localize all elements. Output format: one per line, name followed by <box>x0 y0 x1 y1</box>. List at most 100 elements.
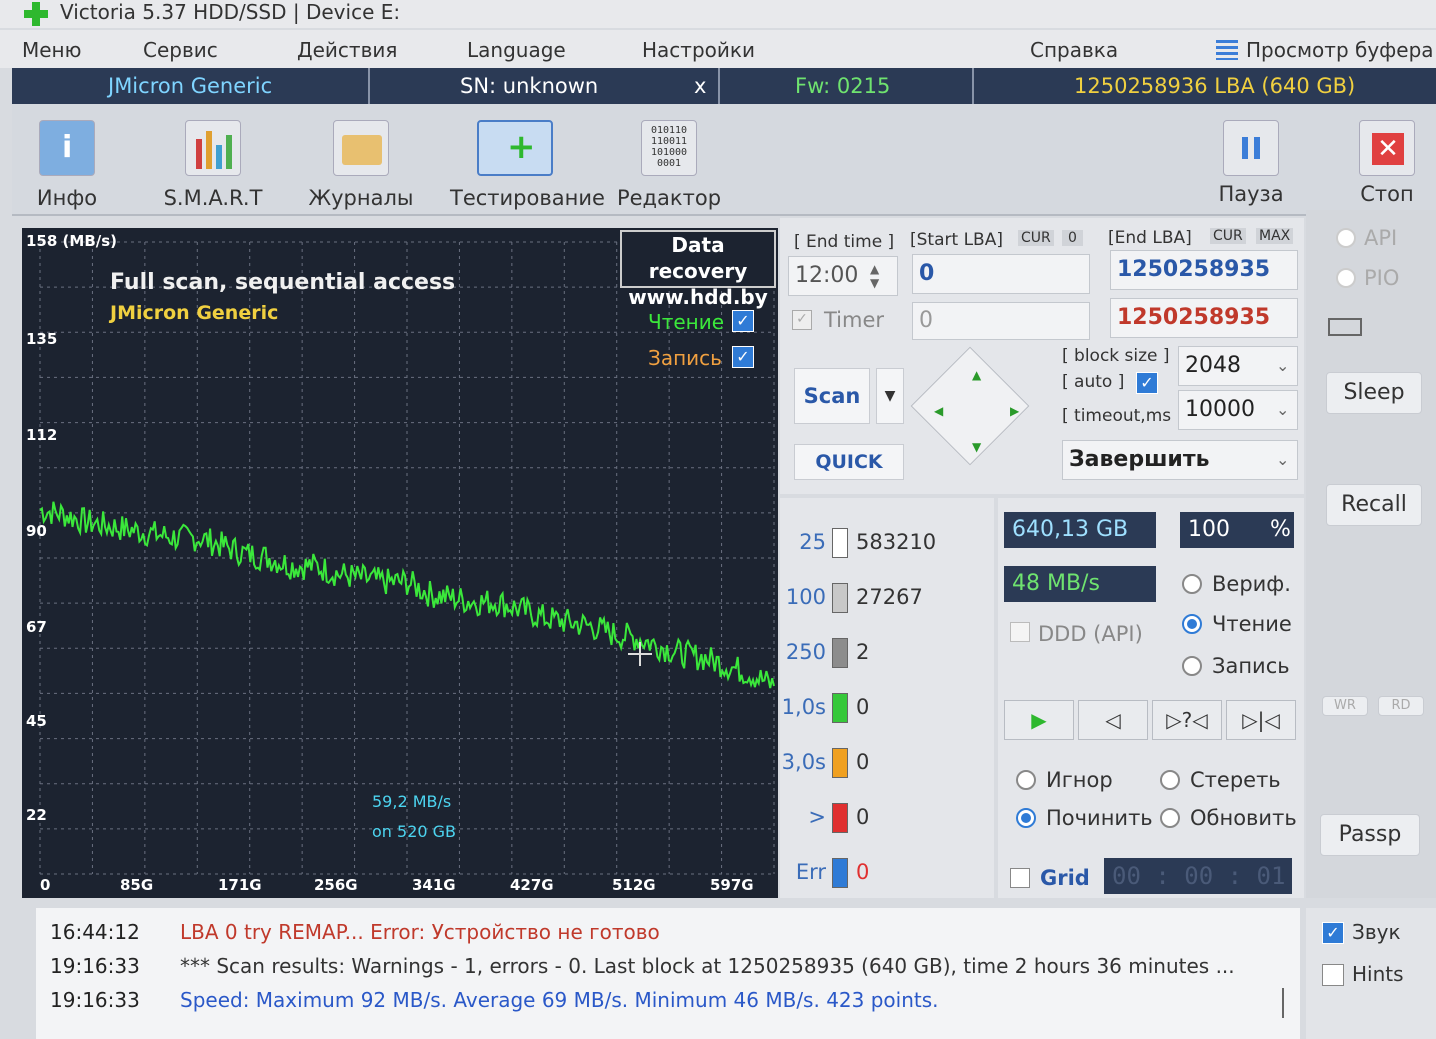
testing-button[interactable]: + Тестирование <box>450 114 605 214</box>
sleep-button[interactable]: Sleep <box>1326 372 1422 414</box>
arrow-left-icon[interactable]: ◀ <box>934 404 943 418</box>
close-device-button[interactable]: x <box>694 74 706 98</box>
x-tick: 85G <box>120 876 154 894</box>
progress-percent: 100 % <box>1180 512 1294 548</box>
start-zero-button[interactable]: 0 <box>1062 230 1083 246</box>
back-icon[interactable]: ◁ <box>1078 700 1148 740</box>
read-label: Чтение <box>648 310 725 334</box>
counter-value: 583210 <box>856 530 937 554</box>
verify-radio[interactable] <box>1182 574 1202 594</box>
erase-radio[interactable] <box>1160 770 1180 790</box>
timer-label: Timer <box>824 308 885 332</box>
chevron-down-icon: ⌄ <box>1276 400 1290 419</box>
end-max-button[interactable]: MAX <box>1256 228 1294 244</box>
chevron-down-icon: ⌄ <box>1276 356 1290 375</box>
end-time-field[interactable]: 12:00 <box>788 256 898 296</box>
counter-swatch <box>832 858 848 888</box>
counter-value: 0 <box>856 805 870 829</box>
auto-checkbox[interactable]: ✓ <box>1136 372 1158 394</box>
firmware-version: Fw: 0215 <box>795 74 891 98</box>
spin-arrows-icon[interactable]: ▲ ▼ <box>870 262 879 290</box>
event-log[interactable]: 16:44:12 LBA 0 try REMAP... Error: Устро… <box>36 908 1300 1039</box>
counter-value: 0 <box>856 695 870 719</box>
cursor-position: on 520 GB <box>372 822 457 841</box>
device-capacity: 1250258936 LBA (640 GB) <box>1074 74 1356 98</box>
repair-radio[interactable] <box>1016 808 1036 828</box>
log-scrollbar[interactable] <box>1282 988 1284 1018</box>
ddd-checkbox[interactable] <box>1010 622 1030 642</box>
read-checkbox[interactable]: ✓ <box>732 310 754 332</box>
quick-button[interactable]: QUICK <box>794 444 904 480</box>
speed-graph[interactable]: 158 (MB/s) 135 112 90 67 45 22 0 85G 171… <box>22 228 778 898</box>
buffer-list-icon <box>1216 40 1238 60</box>
refresh-radio[interactable] <box>1160 808 1180 828</box>
status-panel: 640,13 GB 100 % 48 MB/s DDD (API) Вериф.… <box>998 498 1304 898</box>
ignore-radio[interactable] <box>1016 770 1036 790</box>
window-title: Victoria 5.37 HDD/SSD | Device E: <box>60 0 401 24</box>
sound-checkbox[interactable]: ✓ <box>1322 922 1344 944</box>
start-cur-button[interactable]: CUR <box>1018 230 1054 246</box>
start-lba-label: [Start LBA] <box>910 230 1003 250</box>
divider <box>368 68 370 104</box>
end-lba-field[interactable]: 1250258935 <box>1110 250 1298 290</box>
pio-radio[interactable] <box>1336 268 1356 288</box>
start-lba-field[interactable]: 0 <box>912 254 1090 294</box>
log-row: 16:44:12 LBA 0 try REMAP... Error: Устро… <box>50 920 660 944</box>
api-radio[interactable] <box>1336 228 1356 248</box>
grid-checkbox[interactable] <box>1010 868 1030 888</box>
binary-editor-icon: 010110 110011 101000 0001 <box>641 120 697 176</box>
promo-box: Data recovery www.hdd.by <box>620 230 776 309</box>
write-label: Запись <box>648 346 722 370</box>
menu-item-actions[interactable]: Действия <box>297 38 397 62</box>
end-seek-icon[interactable]: ▷|◁ <box>1226 700 1296 740</box>
end-cur-button[interactable]: CUR <box>1210 228 1246 244</box>
device-info-bar: JMicron Generic SN: unknown x Fw: 0215 1… <box>12 68 1436 104</box>
title-bar: Victoria 5.37 HDD/SSD | Device E: <box>0 0 1436 28</box>
processed-size: 640,13 GB <box>1004 512 1156 548</box>
wr-indicator: WR <box>1322 696 1368 716</box>
counter-swatch <box>832 528 848 558</box>
play-icon[interactable]: ▶ <box>1004 700 1074 740</box>
menu-item-language[interactable]: Language <box>467 38 566 62</box>
current-lba-field: 1250258935 <box>1110 298 1298 338</box>
timer-field[interactable]: 0 <box>912 302 1090 340</box>
menu-item-service[interactable]: Сервис <box>143 38 218 62</box>
smart-button[interactable]: S.M.A.R.T <box>148 114 278 214</box>
scan-dropdown-icon[interactable]: ▼ <box>876 368 904 424</box>
menu-item-settings[interactable]: Настройки <box>642 38 755 62</box>
editor-button[interactable]: 010110 110011 101000 0001 Редактор <box>604 114 734 214</box>
counter-swatch <box>832 693 848 723</box>
recall-button[interactable]: Recall <box>1326 484 1422 526</box>
scan-button[interactable]: Scan <box>794 368 870 424</box>
passp-button[interactable]: Passp <box>1320 814 1420 856</box>
erase-label: Стереть <box>1190 768 1281 792</box>
finish-action-select[interactable]: Завершить <box>1062 440 1298 480</box>
elapsed-time: 00 : 00 : 01 <box>1104 858 1292 894</box>
promo-line-1: Data recovery <box>648 233 748 283</box>
info-button[interactable]: i Инфо <box>2 114 132 214</box>
counter-swatch <box>832 803 848 833</box>
logs-button[interactable]: Журналы <box>296 114 426 214</box>
timer-checkbox[interactable]: ✓ <box>792 310 812 330</box>
menu-item-help[interactable]: Справка <box>1030 38 1118 62</box>
y-tick: 135 <box>26 330 58 348</box>
arrow-down-icon[interactable]: ▼ <box>972 440 981 454</box>
cursor-speed: 59,2 MB/s <box>372 792 452 811</box>
arrow-right-icon[interactable]: ▶ <box>1010 404 1019 418</box>
device-model[interactable]: JMicron Generic <box>108 74 272 98</box>
counter-swatch <box>832 748 848 778</box>
write-radio[interactable] <box>1182 656 1202 676</box>
menu-item-buffer-view[interactable]: Просмотр буфера <box>1246 38 1434 62</box>
counter-value: 2 <box>856 640 870 664</box>
random-seek-icon[interactable]: ▷?◁ <box>1152 700 1222 740</box>
arrow-up-icon[interactable]: ▲ <box>972 368 981 382</box>
api-label: API <box>1364 226 1398 250</box>
pause-button[interactable]: Пауза <box>1186 114 1316 214</box>
read-radio[interactable] <box>1182 614 1202 634</box>
stop-button[interactable]: ✕ Стоп <box>1322 114 1436 214</box>
write-checkbox[interactable]: ✓ <box>732 346 754 368</box>
counter-value: 0 <box>856 860 870 884</box>
menu-item-menu[interactable]: Меню <box>22 38 81 62</box>
counter-label: 3,0s <box>781 750 826 774</box>
hints-checkbox[interactable] <box>1322 964 1344 986</box>
